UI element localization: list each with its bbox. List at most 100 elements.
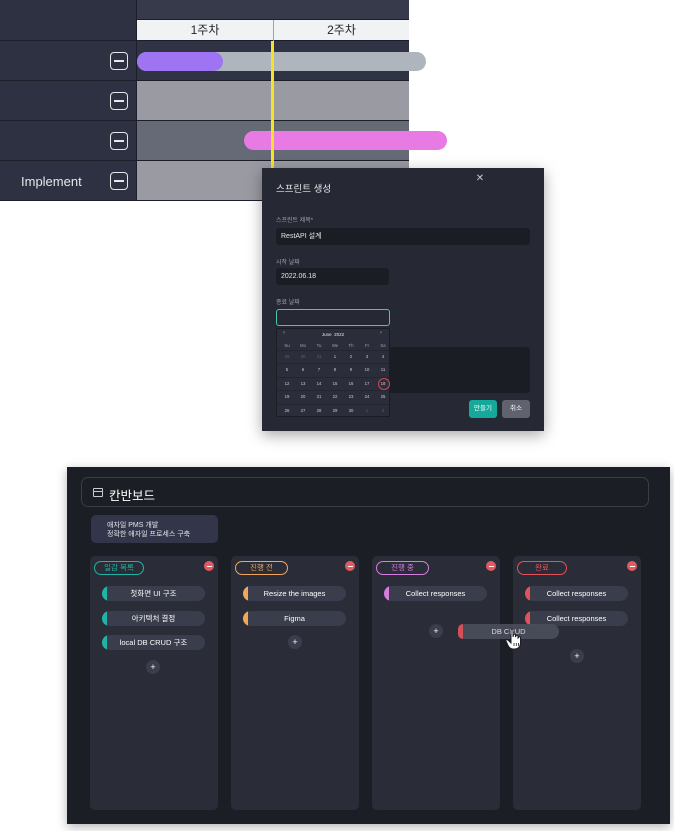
- page-title: 칸반보드: [109, 489, 156, 503]
- calendar-day[interactable]: 17: [359, 378, 375, 389]
- calendar-day[interactable]: 15: [327, 378, 343, 389]
- calendar-day[interactable]: 14: [311, 378, 327, 389]
- calendar-day[interactable]: 26: [279, 405, 295, 416]
- task-color-tag: [243, 586, 248, 601]
- task-color-tag: [102, 610, 107, 626]
- gantt-week-header: 1주차 2주차: [137, 20, 409, 41]
- week-label: 1주차: [190, 23, 220, 37]
- remove-column-icon[interactable]: [486, 561, 496, 571]
- task-label: 첫화면 UI 구조: [130, 589, 177, 598]
- column-title-badge: 완료: [517, 561, 567, 575]
- calendar-day[interactable]: 2: [343, 351, 359, 362]
- collapse-minus-icon[interactable]: [110, 52, 128, 70]
- task-card[interactable]: Resize the images: [243, 586, 346, 601]
- calendar-day[interactable]: 7: [311, 364, 327, 375]
- task-card[interactable]: local DB CRUD 구조: [102, 635, 205, 650]
- calendar-day[interactable]: 16: [343, 378, 359, 389]
- calendar-day[interactable]: 24: [359, 391, 375, 402]
- column-title-badge: 진행 전: [235, 561, 288, 575]
- calendar-day[interactable]: 21: [311, 391, 327, 402]
- kanban-column: 진행 중 Collect responses +: [372, 556, 500, 810]
- collapse-minus-icon[interactable]: [110, 172, 128, 190]
- gantt-row-label: [0, 41, 137, 81]
- calendar-day[interactable]: 2: [375, 405, 391, 416]
- calendar-day[interactable]: 30: [343, 405, 359, 416]
- task-label: Collect responses: [405, 589, 466, 598]
- calendar-day[interactable]: 29: [279, 351, 295, 362]
- task-label: local DB CRUD 구조: [119, 638, 188, 647]
- kanban-board: 칸반보드 애자일 PMS 개발 정확한 애자일 프로세스 구축 일감 목록 첫화면…: [67, 467, 670, 824]
- calendar-day[interactable]: 13: [295, 378, 311, 389]
- task-bar-progress[interactable]: [137, 52, 223, 71]
- start-date-field[interactable]: 2022.06.18: [276, 268, 389, 285]
- task-bar[interactable]: [244, 131, 447, 150]
- task-label: Collect responses: [546, 613, 607, 623]
- calendar-day[interactable]: 28: [311, 405, 327, 416]
- remove-column-icon[interactable]: [627, 561, 637, 571]
- task-card[interactable]: Collect responses: [525, 586, 628, 601]
- calendar-day[interactable]: 3: [359, 351, 375, 362]
- calendar-day[interactable]: 6: [295, 364, 311, 375]
- add-task-button[interactable]: +: [288, 635, 302, 649]
- calendar-day-selected[interactable]: 18: [375, 378, 391, 391]
- calendar-day[interactable]: 1: [359, 405, 375, 416]
- sprint-name-field[interactable]: RestAPI 설계: [276, 228, 530, 245]
- calendar-day[interactable]: 22: [327, 391, 343, 402]
- task-label: Figma: [284, 613, 305, 623]
- project-card[interactable]: 애자일 PMS 개발 정확한 애자일 프로세스 구축: [91, 515, 218, 543]
- task-color-tag: [102, 635, 107, 650]
- calendar-day[interactable]: 8: [327, 364, 343, 375]
- kanban-column: 진행 전 Resize the images Figma +: [231, 556, 359, 810]
- remove-column-icon[interactable]: [204, 561, 214, 571]
- calendar-day[interactable]: 5: [279, 364, 295, 375]
- add-task-button[interactable]: +: [429, 624, 443, 638]
- calendar-day[interactable]: 30: [295, 351, 311, 362]
- calendar-day[interactable]: 12: [279, 378, 295, 389]
- sprint-name-label: 스프린트 제목*: [276, 218, 314, 224]
- calendar-day[interactable]: 23: [343, 391, 359, 402]
- collapse-minus-icon[interactable]: [110, 132, 128, 150]
- gantt-month-header: [137, 0, 409, 20]
- week-label: 2주차: [273, 20, 409, 41]
- add-task-button[interactable]: +: [146, 660, 160, 674]
- calendar-day[interactable]: 25: [375, 391, 391, 402]
- kanban-header: 칸반보드: [81, 477, 649, 507]
- kanban-column: 완료 Collect responses Collect responses +: [513, 556, 641, 810]
- task-color-tag: [243, 610, 248, 626]
- task-card[interactable]: Figma: [243, 610, 346, 626]
- close-icon[interactable]: ✕: [475, 174, 485, 184]
- hand-cursor-icon: [505, 628, 521, 650]
- end-date-label: 종료 날짜: [276, 300, 300, 306]
- remove-column-icon[interactable]: [345, 561, 355, 571]
- task-card[interactable]: 첫화면 UI 구조: [102, 586, 205, 601]
- create-button[interactable]: 만들기: [469, 400, 497, 418]
- gantt-sidebar: Implement: [0, 0, 137, 201]
- add-task-button[interactable]: +: [570, 649, 584, 663]
- calendar-day[interactable]: 19: [279, 391, 295, 402]
- cancel-button[interactable]: 취소: [502, 400, 530, 418]
- collapse-minus-icon[interactable]: [110, 92, 128, 110]
- calendar-day[interactable]: 4: [375, 351, 391, 362]
- calendar-day[interactable]: 29: [327, 405, 343, 416]
- calendar-day[interactable]: 1: [327, 351, 343, 362]
- calendar-day[interactable]: 27: [295, 405, 311, 416]
- task-card[interactable]: Collect responses: [384, 586, 487, 601]
- next-month-icon[interactable]: ›: [380, 330, 382, 336]
- calendar-day[interactable]: 9: [343, 364, 359, 375]
- calendar-year: 2022: [334, 332, 345, 337]
- task-label: 아키텍처 결정: [131, 613, 176, 623]
- end-date-field[interactable]: [276, 309, 390, 326]
- column-title-badge: 진행 중: [376, 561, 429, 575]
- project-description: 정확한 애자일 프로세스 구축: [107, 531, 191, 538]
- calendar-day[interactable]: 11: [375, 364, 391, 375]
- task-card[interactable]: 아키텍처 결정: [102, 610, 205, 626]
- gantt-row-label: [0, 81, 137, 121]
- task-color-tag: [102, 586, 107, 601]
- calendar-day[interactable]: 20: [295, 391, 311, 402]
- date-picker: ‹ June 2022 › Su Mo Tu We Th Fr Sa 29 30 31 1 2 3 4 5 6…: [276, 328, 390, 417]
- calendar-day[interactable]: 10: [359, 364, 375, 375]
- gantt-row-label: [0, 121, 137, 161]
- gantt-sidebar-header: [0, 0, 137, 41]
- description-field[interactable]: [389, 347, 530, 393]
- calendar-day[interactable]: 31: [311, 351, 327, 362]
